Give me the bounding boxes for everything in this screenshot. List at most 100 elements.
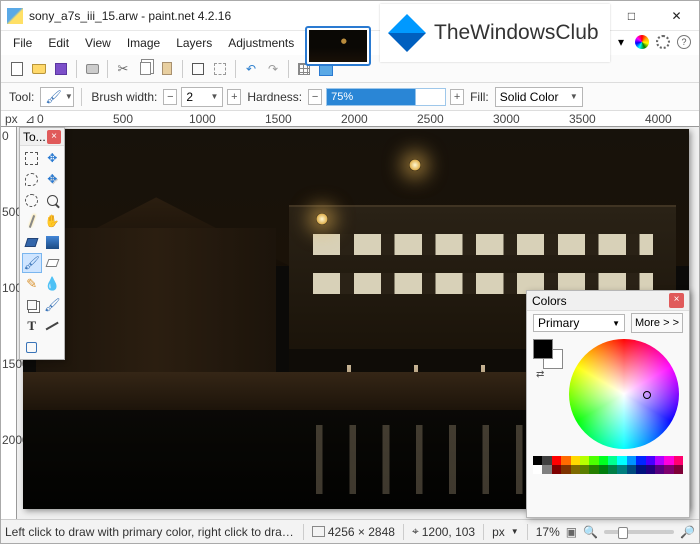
palette-color[interactable] xyxy=(636,456,645,465)
tool-line[interactable] xyxy=(43,316,63,336)
palette-color[interactable] xyxy=(674,456,683,465)
tool-pan[interactable]: ✋ xyxy=(43,211,63,231)
palette-color[interactable] xyxy=(646,456,655,465)
tool-magic-wand[interactable] xyxy=(22,211,42,231)
palette-color[interactable] xyxy=(589,456,598,465)
cut-button[interactable]: ✂ xyxy=(113,59,133,79)
palette-color[interactable] xyxy=(571,456,580,465)
colors-close-button[interactable]: × xyxy=(669,293,684,308)
palette-color[interactable] xyxy=(533,456,542,465)
palette-color[interactable] xyxy=(636,465,645,474)
palette-color[interactable] xyxy=(552,465,561,474)
windows-dropdown-icon[interactable]: ▾ xyxy=(612,33,630,51)
color-mode-selector[interactable]: Primary▼ xyxy=(533,314,625,332)
palette-color[interactable] xyxy=(599,465,608,474)
menu-edit[interactable]: Edit xyxy=(40,33,77,53)
tool-eraser[interactable] xyxy=(43,253,63,273)
tool-recolor[interactable]: 🖌 xyxy=(43,295,63,315)
palette-color[interactable] xyxy=(655,465,664,474)
palette-color[interactable] xyxy=(646,465,655,474)
fill-selector[interactable]: Solid Color▼ xyxy=(495,87,583,107)
brush-width-plus[interactable]: + xyxy=(227,89,241,105)
maximize-button[interactable]: □ xyxy=(609,1,654,31)
tool-gradient[interactable] xyxy=(43,232,63,252)
settings-icon[interactable] xyxy=(654,33,672,51)
tools-panel-header[interactable]: To...× xyxy=(20,128,64,146)
zoom-slider[interactable] xyxy=(604,530,674,534)
palette-color[interactable] xyxy=(664,456,673,465)
primary-color-swatch[interactable] xyxy=(533,339,553,359)
tool-pencil[interactable]: ✎ xyxy=(22,274,42,294)
zoom-in-icon[interactable]: 🔎 xyxy=(680,525,695,539)
hardness-plus[interactable]: + xyxy=(450,89,464,105)
color-swatches[interactable]: ⇄ xyxy=(533,339,563,449)
tool-zoom[interactable] xyxy=(43,190,63,210)
menu-view[interactable]: View xyxy=(77,33,119,53)
tools-panel[interactable]: To...× ✥ ✥ ✋ 🖌 ✎ 💧 🖌 T xyxy=(19,127,65,360)
palette-color[interactable] xyxy=(561,465,570,474)
open-button[interactable] xyxy=(29,59,49,79)
fit-window-icon[interactable]: ▣ xyxy=(566,525,577,539)
hardness-slider[interactable]: 75% xyxy=(326,88,446,106)
colors-panel[interactable]: Colors× Primary▼ More > > ⇄ xyxy=(526,290,690,518)
tool-move-pixels[interactable]: ✥ xyxy=(43,169,63,189)
tool-move-selection[interactable]: ✥ xyxy=(43,148,63,168)
tool-rect-select[interactable] xyxy=(22,148,42,168)
close-button[interactable]: ✕ xyxy=(654,1,699,31)
undo-button[interactable]: ↶ xyxy=(241,59,261,79)
tool-text[interactable]: T xyxy=(22,316,42,336)
zoom-out-icon[interactable]: 🔍 xyxy=(583,525,598,539)
palette-color[interactable] xyxy=(599,456,608,465)
palette-color[interactable] xyxy=(552,456,561,465)
tool-selector[interactable]: 🖌▼ xyxy=(40,87,74,107)
menu-layers[interactable]: Layers xyxy=(168,33,220,53)
palette-color[interactable] xyxy=(580,456,589,465)
paste-button[interactable] xyxy=(157,59,177,79)
menu-file[interactable]: File xyxy=(5,33,40,53)
palette-color[interactable] xyxy=(627,465,636,474)
palette-color[interactable] xyxy=(608,456,617,465)
brush-width-input[interactable]: 2▼ xyxy=(181,87,223,107)
menu-image[interactable]: Image xyxy=(119,33,168,53)
tool-lasso[interactable] xyxy=(22,169,42,189)
palette-color[interactable] xyxy=(580,465,589,474)
tool-color-picker[interactable]: 💧 xyxy=(43,274,63,294)
palette-color[interactable] xyxy=(664,465,673,474)
palette-color[interactable] xyxy=(533,465,542,474)
print-button[interactable] xyxy=(82,59,102,79)
palette-color[interactable] xyxy=(608,465,617,474)
colors-panel-header[interactable]: Colors× xyxy=(527,291,689,311)
swap-colors-icon[interactable]: ⇄ xyxy=(536,369,544,380)
hardness-minus[interactable]: − xyxy=(308,89,322,105)
tool-paint-bucket[interactable] xyxy=(22,232,42,252)
color-wheel-icon[interactable] xyxy=(633,33,651,51)
tool-paintbrush[interactable]: 🖌 xyxy=(22,253,42,273)
brush-width-minus[interactable]: − xyxy=(163,89,177,105)
help-icon[interactable]: ? xyxy=(675,33,693,51)
menu-adjustments[interactable]: Adjustments xyxy=(220,33,302,53)
image-thumbnail[interactable] xyxy=(305,26,371,66)
tool-shapes[interactable] xyxy=(22,337,42,357)
palette-color[interactable] xyxy=(542,456,551,465)
palette-color[interactable] xyxy=(617,456,626,465)
tool-ellipse-select[interactable] xyxy=(22,190,42,210)
copy-button[interactable] xyxy=(135,59,155,79)
save-button[interactable] xyxy=(51,59,71,79)
new-button[interactable] xyxy=(7,59,27,79)
crop-button[interactable] xyxy=(188,59,208,79)
palette-color[interactable] xyxy=(589,465,598,474)
deselect-button[interactable] xyxy=(210,59,230,79)
palette-color[interactable] xyxy=(571,465,580,474)
color-wheel[interactable] xyxy=(569,339,679,449)
redo-button[interactable]: ↷ xyxy=(263,59,283,79)
more-button[interactable]: More > > xyxy=(631,313,683,333)
palette-color[interactable] xyxy=(655,456,664,465)
palette-color[interactable] xyxy=(674,465,683,474)
palette-color[interactable] xyxy=(542,465,551,474)
color-wheel-cursor[interactable] xyxy=(643,391,651,399)
palette-color[interactable] xyxy=(617,465,626,474)
palette-color[interactable] xyxy=(627,456,636,465)
tools-close-button[interactable]: × xyxy=(47,130,61,144)
palette-color[interactable] xyxy=(561,456,570,465)
tool-clone-stamp[interactable] xyxy=(22,295,42,315)
